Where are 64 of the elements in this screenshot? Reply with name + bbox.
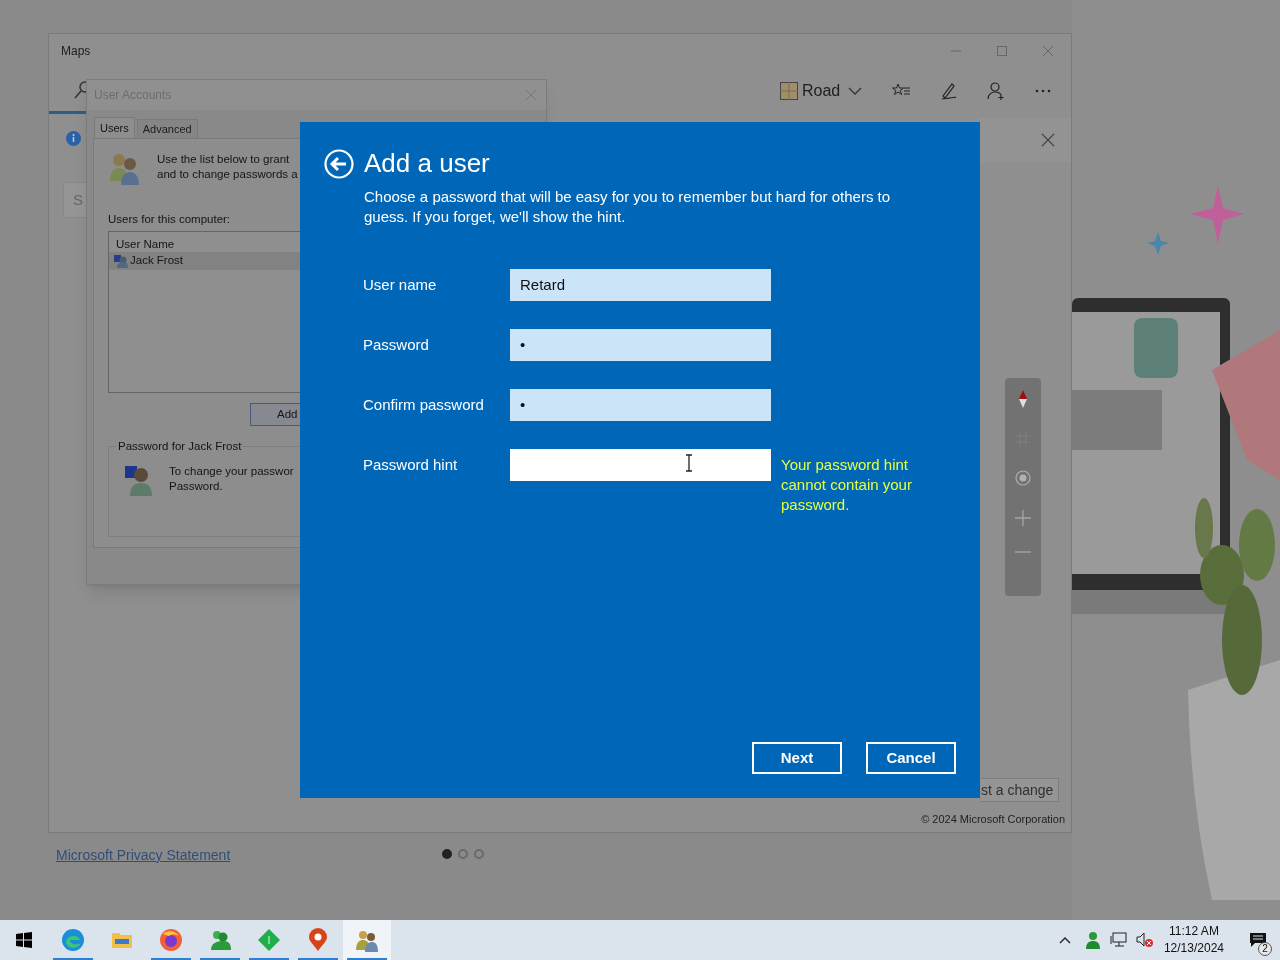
muted-speaker-icon[interactable]	[1135, 932, 1154, 948]
description-text: Choose a password that will be easy for you to remember but hard for others to guess. If you forget, we'll show the hint.	[364, 187, 892, 227]
tab-indicator	[49, 111, 87, 114]
network-icon[interactable]	[1109, 932, 1128, 948]
clock-date[interactable]: 12/13/2024	[1163, 940, 1224, 957]
running-indicator	[53, 958, 93, 960]
feedback-button[interactable]: st a change	[981, 778, 1059, 802]
users-icon	[355, 928, 379, 952]
field-label: Confirm password	[363, 395, 485, 415]
user-icon	[123, 464, 155, 496]
running-indicator	[200, 958, 240, 960]
windows-icon	[16, 932, 32, 948]
add-person-icon[interactable]	[987, 82, 1006, 100]
map-tile-icon	[780, 82, 798, 100]
close-icon[interactable]	[1042, 45, 1054, 57]
running-indicator	[249, 958, 289, 960]
compass-icon[interactable]	[1018, 390, 1028, 408]
field-label: Password hint	[363, 455, 459, 475]
users-icon	[108, 151, 140, 185]
maximize-icon[interactable]	[996, 45, 1008, 57]
notifications-button[interactable]: 2	[1236, 920, 1280, 960]
map-style-button[interactable]: Road	[780, 79, 863, 103]
locate-icon[interactable]	[1015, 470, 1031, 486]
more-icon[interactable]	[1034, 88, 1053, 94]
input-field[interactable]	[510, 449, 771, 481]
people-icon	[208, 928, 232, 952]
notification-count: 2	[1258, 942, 1272, 956]
field-label: Password	[363, 335, 430, 355]
tab[interactable]: Users	[94, 117, 135, 138]
chevron-up-icon[interactable]	[1058, 936, 1071, 944]
description-text: and to change passwords a	[157, 167, 298, 182]
person-icon[interactable]	[1084, 931, 1101, 949]
dialog-button[interactable]: Cancel	[866, 742, 956, 774]
running-indicator	[151, 958, 191, 960]
description-text: Password.	[169, 479, 224, 494]
map-pin-icon	[306, 928, 330, 952]
section-label: Users for this computer:	[108, 212, 231, 227]
window-title: Maps	[61, 43, 91, 60]
input-field[interactable]: Retard	[510, 269, 771, 301]
text-cursor-icon	[685, 454, 693, 472]
diamond-icon	[257, 928, 281, 952]
description-text: To change your passwor	[169, 464, 294, 479]
column-header: User Name	[115, 237, 176, 252]
close-icon[interactable]	[1041, 133, 1055, 147]
clock-time[interactable]: 11:12 AM	[1169, 923, 1219, 940]
fox-browser-icon	[159, 928, 183, 952]
running-indicator	[298, 958, 338, 960]
info-icon	[66, 131, 81, 146]
chevron-down-icon	[848, 86, 863, 96]
browser-icon	[61, 928, 85, 952]
input-field[interactable]: •	[510, 389, 771, 421]
description-text: Use the list below to grant	[157, 152, 291, 167]
pen-icon[interactable]	[940, 82, 959, 100]
running-indicator	[347, 958, 387, 960]
copyright-text: © 2024 Microsoft Corporation	[921, 811, 1065, 827]
dialog-title: Add a user	[364, 147, 490, 180]
user-icon	[114, 254, 128, 268]
input-field[interactable]: •	[510, 329, 771, 361]
taskbar-app[interactable]	[343, 920, 391, 960]
error-message: Your password hint cannot contain your password.	[781, 455, 913, 515]
field-label: User name	[363, 275, 438, 295]
dialog-button[interactable]: Next	[752, 742, 842, 774]
back-icon[interactable]	[324, 148, 354, 179]
tab[interactable]: Advanced	[136, 119, 198, 138]
